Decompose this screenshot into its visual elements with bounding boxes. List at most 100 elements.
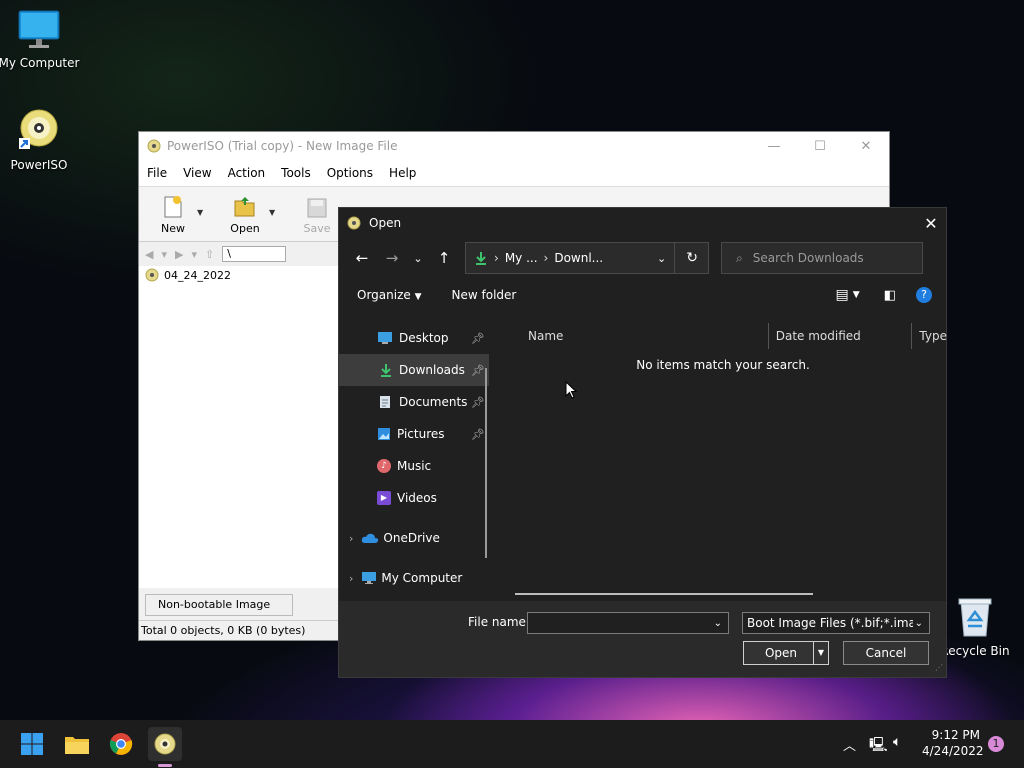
column-header-name[interactable]: Name	[528, 329, 768, 343]
file-type-value: Boot Image Files (*.bif;*.ima;*.ir	[747, 616, 913, 630]
menu-action[interactable]: Action	[220, 166, 274, 180]
column-header-date-modified[interactable]: Date modified	[776, 329, 912, 343]
clock-date: 4/24/2022	[922, 744, 984, 758]
nav-item-label: Desktop	[399, 331, 449, 345]
divider	[767, 323, 770, 349]
volume-icon[interactable]: 🔈︎	[893, 734, 901, 750]
nav-scrollbar[interactable]	[485, 368, 487, 558]
file-type-select[interactable]: Boot Image Files (*.bif;*.ima;*.ir ⌄	[742, 612, 930, 634]
menu-options[interactable]: Options	[319, 166, 381, 180]
tree-item-image-root[interactable]: 04_24_2022	[139, 266, 339, 282]
search-input[interactable]: ⌕ Search Downloads	[721, 242, 923, 274]
nav-item-downloads[interactable]: Downloads 📌︎	[339, 354, 489, 386]
taskbar-poweriso[interactable]	[148, 727, 182, 761]
open-button-label: Open	[764, 646, 798, 660]
breadcrumb-segment-downloads[interactable]: Downl...	[554, 251, 603, 265]
close-icon[interactable]: ✕	[916, 214, 946, 233]
nav-item-label: Music	[397, 459, 432, 473]
new-button[interactable]: New	[149, 195, 197, 241]
up-folder-icon[interactable]: ⇧	[205, 248, 214, 261]
organize-button[interactable]: Organize ▼	[357, 288, 422, 302]
preview-pane-icon[interactable]: ◧	[884, 288, 896, 303]
close-icon[interactable]: ✕	[843, 139, 889, 154]
clock[interactable]: 9:12 PM 4/24/2022	[922, 727, 984, 759]
open-split-arrow[interactable]: ▼	[813, 642, 828, 664]
chevron-right-icon[interactable]: ›	[349, 572, 353, 585]
desktop-icon-my-computer[interactable]: My Computer	[0, 10, 81, 70]
dropdown-arrow-icon[interactable]: ▾	[191, 248, 197, 261]
chevron-down-icon[interactable]: ⌄	[657, 252, 666, 265]
search-icon: ⌕	[736, 250, 743, 265]
taskbar-file-explorer[interactable]	[60, 727, 94, 761]
poweriso-titlebar[interactable]: PowerISO (Trial copy) - New Image File —…	[139, 132, 889, 160]
chevron-right-icon: ›	[543, 251, 549, 265]
file-name-label: File name:	[468, 615, 530, 629]
resize-grip-icon[interactable]: ⋰	[935, 663, 943, 672]
back-arrow-icon[interactable]: ←	[347, 249, 377, 267]
nav-item-documents[interactable]: Documents 📌︎	[339, 386, 489, 418]
forward-arrow-icon[interactable]: →	[377, 249, 407, 267]
dropdown-arrow-icon[interactable]: ▾	[161, 248, 167, 261]
open-dialog-titlebar[interactable]: Open ✕	[339, 208, 946, 238]
save-button[interactable]: Save	[293, 197, 341, 241]
organize-label: Organize	[357, 288, 411, 302]
view-options-icon[interactable]: ▤	[836, 287, 849, 303]
chevron-down-icon: ⌄	[914, 617, 923, 629]
command-bar: Organize ▼ New folder ▤ ▼ ◧ ?	[339, 278, 946, 312]
chevron-right-icon[interactable]: ›	[349, 532, 353, 545]
open-dropdown-arrow[interactable]: ▼	[269, 208, 283, 241]
up-arrow-icon[interactable]: ↑	[429, 249, 459, 267]
recent-locations-chevron-icon[interactable]: ⌄	[407, 252, 429, 265]
videos-icon: ▶	[377, 491, 391, 505]
nav-item-onedrive[interactable]: › OneDrive	[339, 522, 489, 554]
back-arrow-icon[interactable]: ◀	[145, 248, 153, 261]
new-dropdown-arrow[interactable]: ▼	[197, 208, 211, 241]
chevron-down-icon[interactable]: ▼	[853, 290, 860, 300]
nav-item-desktop[interactable]: Desktop 📌︎	[339, 322, 489, 354]
nav-item-pictures[interactable]: Pictures 📌︎	[339, 418, 489, 450]
nav-item-label: OneDrive	[383, 531, 440, 545]
desktop-icon-label: My Computer	[0, 56, 80, 70]
minimize-icon[interactable]: —	[751, 139, 797, 154]
column-header-type[interactable]: Type	[919, 329, 947, 343]
nav-item-music[interactable]: ♪ Music	[339, 450, 489, 482]
download-arrow-icon	[476, 252, 486, 265]
save-button-label: Save	[303, 222, 331, 235]
help-icon[interactable]: ?	[916, 287, 932, 303]
divider	[911, 323, 913, 349]
windows-logo-icon	[21, 733, 43, 755]
refresh-icon[interactable]: ↻	[686, 250, 698, 266]
chevron-up-icon[interactable]: ︿	[843, 735, 856, 754]
chevron-down-icon[interactable]: ⌄	[714, 618, 722, 629]
start-button[interactable]	[15, 727, 49, 761]
desktop-icon-poweriso[interactable]: PowerISO	[0, 108, 81, 172]
nav-item-my-computer[interactable]: › My Computer	[339, 562, 489, 594]
path-field[interactable]: \	[222, 246, 287, 262]
breadcrumb-segment-my-computer[interactable]: My ...	[505, 251, 538, 265]
save-disk-icon	[307, 198, 327, 218]
file-name-field[interactable]: ⌄	[527, 612, 729, 634]
forward-arrow-icon[interactable]: ▶	[175, 248, 183, 261]
nav-item-label: Videos	[397, 491, 437, 505]
new-folder-button[interactable]: New folder	[452, 288, 517, 302]
menu-tools[interactable]: Tools	[273, 166, 319, 180]
dialog-footer: File name: ⌄ Boot Image Files (*.bif;*.i…	[339, 601, 946, 677]
network-icon[interactable]: 🖳︎	[869, 734, 888, 758]
cancel-button[interactable]: Cancel	[843, 641, 929, 665]
menu-help[interactable]: Help	[381, 166, 424, 180]
active-app-indicator	[158, 764, 172, 767]
breadcrumb[interactable]: › My ... › Downl... ⌄ ↻	[465, 242, 709, 274]
notification-badge[interactable]: 1	[988, 736, 1004, 752]
nav-item-videos[interactable]: ▶ Videos	[339, 482, 489, 514]
menu-file[interactable]: File	[139, 166, 175, 180]
open-button[interactable]: Open ▼	[743, 641, 829, 665]
taskbar-chrome[interactable]	[104, 727, 138, 761]
pin-icon: 📌︎	[471, 427, 485, 441]
divider	[674, 243, 676, 273]
maximize-icon[interactable]: ☐	[797, 139, 843, 154]
list-horizontal-scrollbar[interactable]	[515, 593, 813, 595]
menu-view[interactable]: View	[175, 166, 219, 180]
poweriso-menubar: File View Action Tools Options Help	[139, 160, 889, 186]
open-button[interactable]: Open	[221, 195, 269, 241]
open-button-label: Open	[230, 222, 260, 235]
